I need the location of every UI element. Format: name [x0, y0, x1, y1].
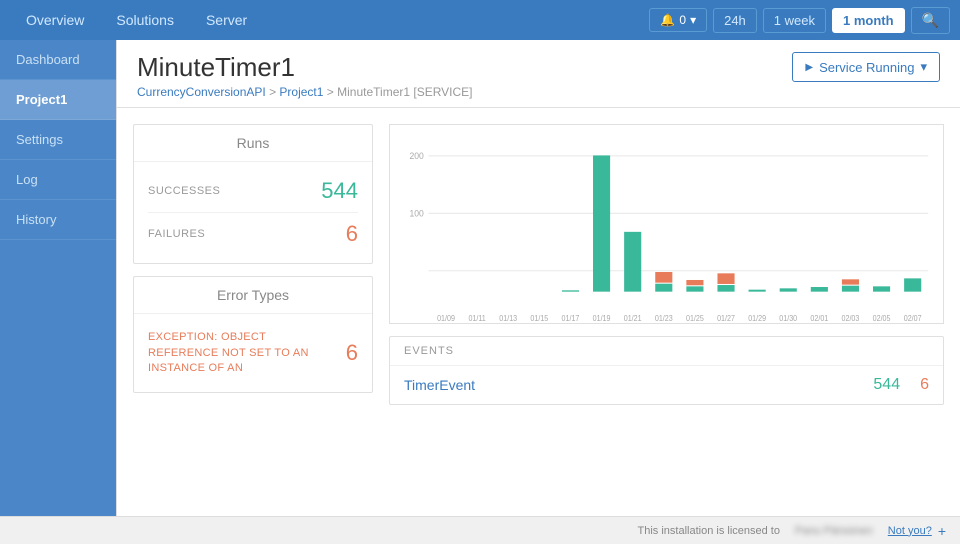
dropdown-arrow-icon: ▾: [920, 59, 927, 75]
layout: Dashboard Project1 Settings Log History …: [0, 40, 960, 516]
sidebar: Dashboard Project1 Settings Log History: [0, 40, 116, 516]
sidebar-item-dashboard[interactable]: Dashboard: [0, 40, 116, 80]
breadcrumb-project[interactable]: Project1: [279, 85, 323, 99]
nav-items: Overview Solutions Server: [10, 0, 649, 40]
page-title: MinuteTimer1: [137, 52, 473, 83]
footer: This installation is licensed to Panu Pä…: [0, 516, 960, 544]
time-24h-button[interactable]: 24h: [713, 8, 757, 33]
left-panels: Runs SUCCESSES 544 FAILURES 6 Er: [133, 124, 373, 405]
events-row: TimerEvent 544 6: [390, 366, 943, 404]
events-section: EVENTS TimerEvent 544 6: [389, 336, 944, 405]
footer-user: Panu Pärssinen: [795, 525, 873, 537]
breadcrumb: CurrencyConversionAPI > Project1 > Minut…: [137, 85, 473, 99]
event-failure-count: 6: [920, 376, 929, 394]
error-count: 6: [346, 340, 358, 366]
breadcrumb-api[interactable]: CurrencyConversionAPI: [137, 85, 266, 99]
time-1week-button[interactable]: 1 week: [763, 8, 826, 33]
main-content: MinuteTimer1 CurrencyConversionAPI > Pro…: [116, 40, 960, 516]
failures-value: 6: [346, 221, 358, 247]
bell-dropdown-icon: ▾: [690, 13, 696, 27]
page-header: MinuteTimer1 CurrencyConversionAPI > Pro…: [117, 40, 960, 108]
successes-row: SUCCESSES 544: [148, 170, 358, 213]
top-nav: Overview Solutions Server 🔔 0 ▾ 24h 1 we…: [0, 0, 960, 40]
footer-text: This installation is licensed to: [638, 525, 780, 537]
event-counts: 544 6: [873, 376, 929, 394]
events-header: EVENTS: [390, 337, 943, 366]
event-success-count: 544: [873, 376, 900, 394]
chart-container: 200 100 01/0901/1101/1301/1501/1701/1901…: [389, 124, 944, 324]
breadcrumb-service: MinuteTimer1 [SERVICE]: [337, 85, 472, 99]
chart-canvas: [390, 125, 943, 323]
runs-panel: Runs SUCCESSES 544 FAILURES 6: [133, 124, 373, 264]
bell-button[interactable]: 🔔 0 ▾: [649, 8, 707, 32]
nav-right: 🔔 0 ▾ 24h 1 week 1 month 🔍: [649, 7, 950, 34]
failures-label: FAILURES: [148, 228, 205, 240]
successes-value: 544: [321, 178, 358, 204]
add-icon[interactable]: +: [938, 523, 946, 539]
failures-row: FAILURES 6: [148, 213, 358, 255]
nav-solutions[interactable]: Solutions: [100, 0, 190, 40]
right-area: 200 100 01/0901/1101/1301/1501/1701/1901…: [389, 124, 944, 405]
nav-server[interactable]: Server: [190, 0, 263, 40]
search-button[interactable]: 🔍: [911, 7, 950, 34]
event-name[interactable]: TimerEvent: [404, 377, 475, 393]
nav-overview[interactable]: Overview: [10, 0, 100, 40]
sidebar-item-log[interactable]: Log: [0, 160, 116, 200]
error-panel-title: Error Types: [134, 277, 372, 314]
play-icon: ▶: [805, 62, 813, 73]
runs-panel-title: Runs: [134, 125, 372, 162]
time-1month-button[interactable]: 1 month: [832, 8, 905, 33]
not-you-link[interactable]: Not you?: [888, 525, 932, 537]
content-area: Runs SUCCESSES 544 FAILURES 6 Er: [117, 108, 960, 421]
breadcrumb-sep2: >: [327, 85, 337, 99]
bell-count: 0: [679, 13, 686, 27]
service-running-button[interactable]: ▶ Service Running ▾: [792, 52, 940, 82]
successes-label: SUCCESSES: [148, 185, 220, 197]
breadcrumb-sep1: >: [269, 85, 279, 99]
bell-icon: 🔔: [660, 13, 675, 27]
service-status-label: Service Running: [819, 60, 914, 75]
error-panel: Error Types EXCEPTION: OBJECT REFERENCE …: [133, 276, 373, 393]
sidebar-item-project1[interactable]: Project1: [0, 80, 116, 120]
error-description: EXCEPTION: OBJECT REFERENCE NOT SET TO A…: [148, 330, 318, 376]
sidebar-item-settings[interactable]: Settings: [0, 120, 116, 160]
error-row: EXCEPTION: OBJECT REFERENCE NOT SET TO A…: [148, 322, 358, 384]
sidebar-item-history[interactable]: History: [0, 200, 116, 240]
runs-panel-body: SUCCESSES 544 FAILURES 6: [134, 162, 372, 263]
error-panel-body: EXCEPTION: OBJECT REFERENCE NOT SET TO A…: [134, 314, 372, 392]
